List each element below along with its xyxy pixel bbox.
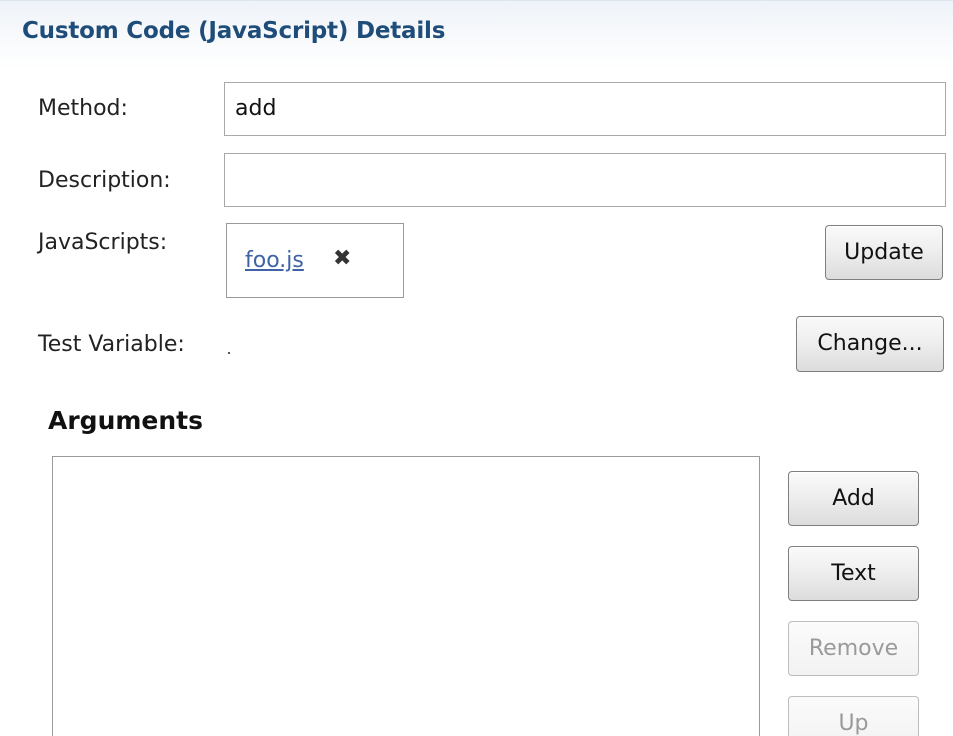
custom-code-details-panel: Custom Code (JavaScript) Details Method:… [0, 0, 953, 736]
javascripts-list: foo.js ✖ [226, 223, 404, 298]
javascripts-label: JavaScripts: [38, 230, 168, 255]
arguments-list[interactable] [52, 456, 760, 736]
arguments-title: Arguments [48, 406, 204, 435]
test-variable-value [228, 352, 230, 354]
text-argument-button[interactable]: Text [788, 546, 919, 601]
add-argument-button[interactable]: Add [788, 471, 919, 526]
move-up-button[interactable]: Up [788, 696, 919, 736]
change-button[interactable]: Change... [796, 316, 944, 372]
remove-argument-button[interactable]: Remove [788, 621, 919, 676]
test-variable-label: Test Variable: [38, 332, 185, 357]
section-title: Custom Code (JavaScript) Details [22, 18, 446, 44]
description-input[interactable] [224, 153, 946, 207]
method-label: Method: [38, 96, 128, 121]
close-icon[interactable]: ✖ [333, 246, 351, 271]
javascript-file-link[interactable]: foo.js [245, 248, 304, 273]
description-label: Description: [38, 168, 171, 193]
section-header: Custom Code (JavaScript) Details [0, 0, 953, 69]
method-input[interactable]: add [224, 82, 946, 136]
update-button[interactable]: Update [825, 225, 943, 280]
